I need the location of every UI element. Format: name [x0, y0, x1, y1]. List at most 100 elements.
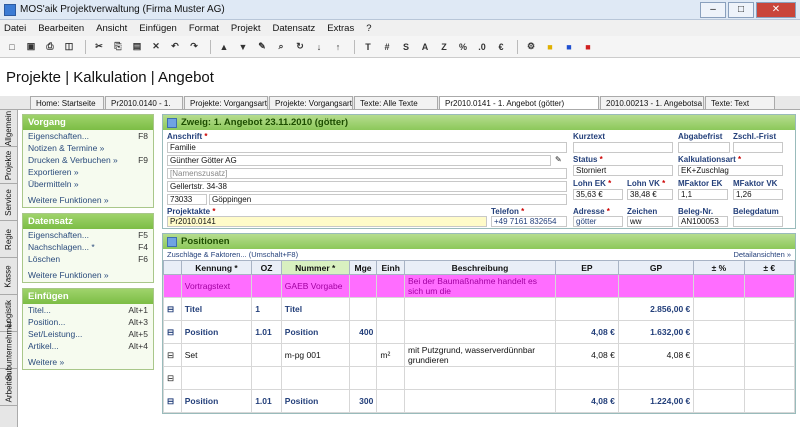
menu-item[interactable]: Datei: [4, 23, 26, 34]
cell-delta[interactable]: [693, 343, 745, 367]
column-header[interactable]: EP: [554, 260, 619, 275]
cell-oz[interactable]: 1.01: [251, 389, 282, 413]
cell-gp[interactable]: [617, 274, 695, 298]
lock-yellow-icon[interactable]: ■: [542, 39, 558, 55]
toolbar-button[interactable]: S: [398, 39, 414, 55]
projektakte-field[interactable]: Pr2010.0141: [167, 216, 487, 227]
cell-nummer[interactable]: [280, 366, 350, 390]
lock-blue-icon[interactable]: ■: [561, 39, 577, 55]
cell-nummer[interactable]: m-pg 001: [280, 343, 350, 367]
copy-icon[interactable]: ⎘: [110, 39, 126, 55]
maximize-button[interactable]: □: [728, 1, 754, 18]
column-header[interactable]: Einh: [376, 260, 406, 275]
cell-beschreibung[interactable]: mit Putzgrund, wasserverdünnbar grundier…: [404, 343, 556, 367]
cell-nummer[interactable]: Position: [280, 320, 350, 344]
sidebar-item[interactable]: Notizen & Termine »: [23, 142, 153, 154]
cell-ep[interactable]: 4,08 €: [554, 389, 619, 413]
abgabefrist-field[interactable]: [678, 142, 730, 153]
sidebar-item[interactable]: Artikel... Alt+4: [23, 340, 153, 352]
cell-delta[interactable]: [743, 320, 796, 344]
cell-ep[interactable]: 4,08 €: [554, 320, 619, 344]
cell-delta[interactable]: [693, 366, 745, 390]
column-header[interactable]: Nummer *: [280, 260, 350, 275]
document-tab[interactable]: Pr2010.0140 - 1.: [105, 96, 183, 109]
vertical-tab[interactable]: Allgemein: [0, 110, 17, 147]
menu-item[interactable]: Einfügen: [139, 23, 177, 34]
status-field[interactable]: Storniert: [573, 165, 673, 176]
preview-icon[interactable]: ◫: [61, 39, 77, 55]
kalkulationsart-field[interactable]: EK+Zuschlag: [678, 165, 783, 176]
table-row[interactable]: ⊟: [163, 366, 796, 390]
menu-item[interactable]: Bearbeiten: [38, 23, 84, 34]
cell-kennung[interactable]: Position: [180, 320, 253, 344]
new-icon[interactable]: □: [4, 39, 20, 55]
open-icon[interactable]: ▣: [23, 39, 39, 55]
cell-oz[interactable]: 1.01: [251, 320, 282, 344]
table-row[interactable]: Vortragstext GAEB Vorgabe Bei der Baumaßna…: [163, 274, 796, 298]
currency-icon[interactable]: €: [493, 39, 509, 55]
menu-item[interactable]: Extras: [327, 23, 354, 34]
cell-beschreibung[interactable]: Bei der Baumaßnahme handelt es sich um d…: [404, 274, 556, 298]
toolbar-button[interactable]: T: [360, 39, 376, 55]
cell-beschreibung[interactable]: [404, 366, 556, 390]
sidebar-item[interactable]: Übermitteln »: [23, 178, 153, 190]
document-tab[interactable]: Projekte: Vorgangsart: [269, 96, 353, 109]
cell-einh[interactable]: [376, 320, 406, 344]
edit-icon[interactable]: ✎: [254, 39, 270, 55]
cell-nummer[interactable]: Position: [280, 389, 350, 413]
cell-delta[interactable]: [743, 389, 796, 413]
cell-delta[interactable]: [743, 297, 796, 321]
cell-kennung[interactable]: Set: [180, 343, 253, 367]
sidebar-item[interactable]: Titel... Alt+1: [23, 304, 153, 316]
table-row[interactable]: ⊟ Titel 1 Titel 2.856,00 €: [163, 297, 796, 321]
cell-delta[interactable]: [743, 274, 796, 298]
toolbar-button[interactable]: A: [417, 39, 433, 55]
document-tab[interactable]: Projekte: Vorgangsart: [184, 96, 268, 109]
decimal-icon[interactable]: .0: [474, 39, 490, 55]
cell-oz[interactable]: [251, 366, 282, 390]
cell-kennung[interactable]: Titel: [180, 297, 253, 321]
adresse-field[interactable]: götter: [573, 216, 623, 227]
tool-icon[interactable]: ⚙: [523, 39, 539, 55]
minimize-button[interactable]: –: [700, 1, 726, 18]
cell-nummer[interactable]: GAEB Vorgabe: [280, 274, 350, 298]
cell-ep[interactable]: [554, 297, 619, 321]
close-button[interactable]: ✕: [756, 1, 796, 18]
vertical-tab[interactable]: Kasse: [0, 258, 17, 295]
panel-title[interactable]: Vorgang: [23, 115, 153, 130]
cell-delta[interactable]: [693, 297, 745, 321]
cell-kennung[interactable]: Position: [180, 389, 253, 413]
more-functions-link[interactable]: Weitere »: [23, 352, 153, 369]
cell-delta[interactable]: [693, 320, 745, 344]
strasse-field[interactable]: Gellertstr. 34-38: [167, 181, 567, 192]
cell-gp[interactable]: 4,08 €: [617, 343, 695, 367]
print-icon[interactable]: ⎙: [42, 39, 58, 55]
cell-mge[interactable]: [348, 274, 378, 298]
more-functions-link[interactable]: Weitere Funktionen »: [23, 265, 153, 282]
lookup-icon[interactable]: ✎: [553, 155, 567, 166]
column-header[interactable]: ± %: [693, 260, 745, 275]
sidebar-item[interactable]: Nachschlagen... * F4: [23, 241, 153, 253]
cell-ep[interactable]: [554, 274, 619, 298]
sidebar-item[interactable]: Position... Alt+3: [23, 316, 153, 328]
cut-icon[interactable]: ✂: [91, 39, 107, 55]
menu-item[interactable]: Projekt: [231, 23, 261, 34]
toolbar-button[interactable]: #: [379, 39, 395, 55]
vertical-tab[interactable]: Subunternehmer: [0, 320, 17, 380]
cell-gp[interactable]: 1.632,00 €: [617, 320, 695, 344]
cell-mge[interactable]: [348, 343, 378, 367]
table-row[interactable]: ⊟ Set m-pg 001 m² mit Putzgrund, wasserverdü…: [163, 343, 796, 367]
column-header[interactable]: ± €: [743, 260, 796, 275]
cell-beschreibung[interactable]: [404, 320, 556, 344]
cell-einh[interactable]: m²: [376, 343, 406, 367]
more-functions-link[interactable]: Weitere Funktionen »: [23, 190, 153, 207]
cell-einh[interactable]: [376, 274, 406, 298]
table-row[interactable]: ⊟ Position 1.01 Position 300 4,08 €1.224,00 €: [163, 389, 796, 413]
down-icon[interactable]: ▼: [235, 39, 251, 55]
paste-icon[interactable]: ▤: [129, 39, 145, 55]
document-tab[interactable]: Texte: Alle Texte: [354, 96, 438, 109]
lock-red-icon[interactable]: ■: [580, 39, 596, 55]
sidebar-item[interactable]: Eigenschaften... F8: [23, 130, 153, 142]
sidebar-item[interactable]: Set/Leistung... Alt+5: [23, 328, 153, 340]
cell-gp[interactable]: 2.856,00 €: [617, 297, 695, 321]
